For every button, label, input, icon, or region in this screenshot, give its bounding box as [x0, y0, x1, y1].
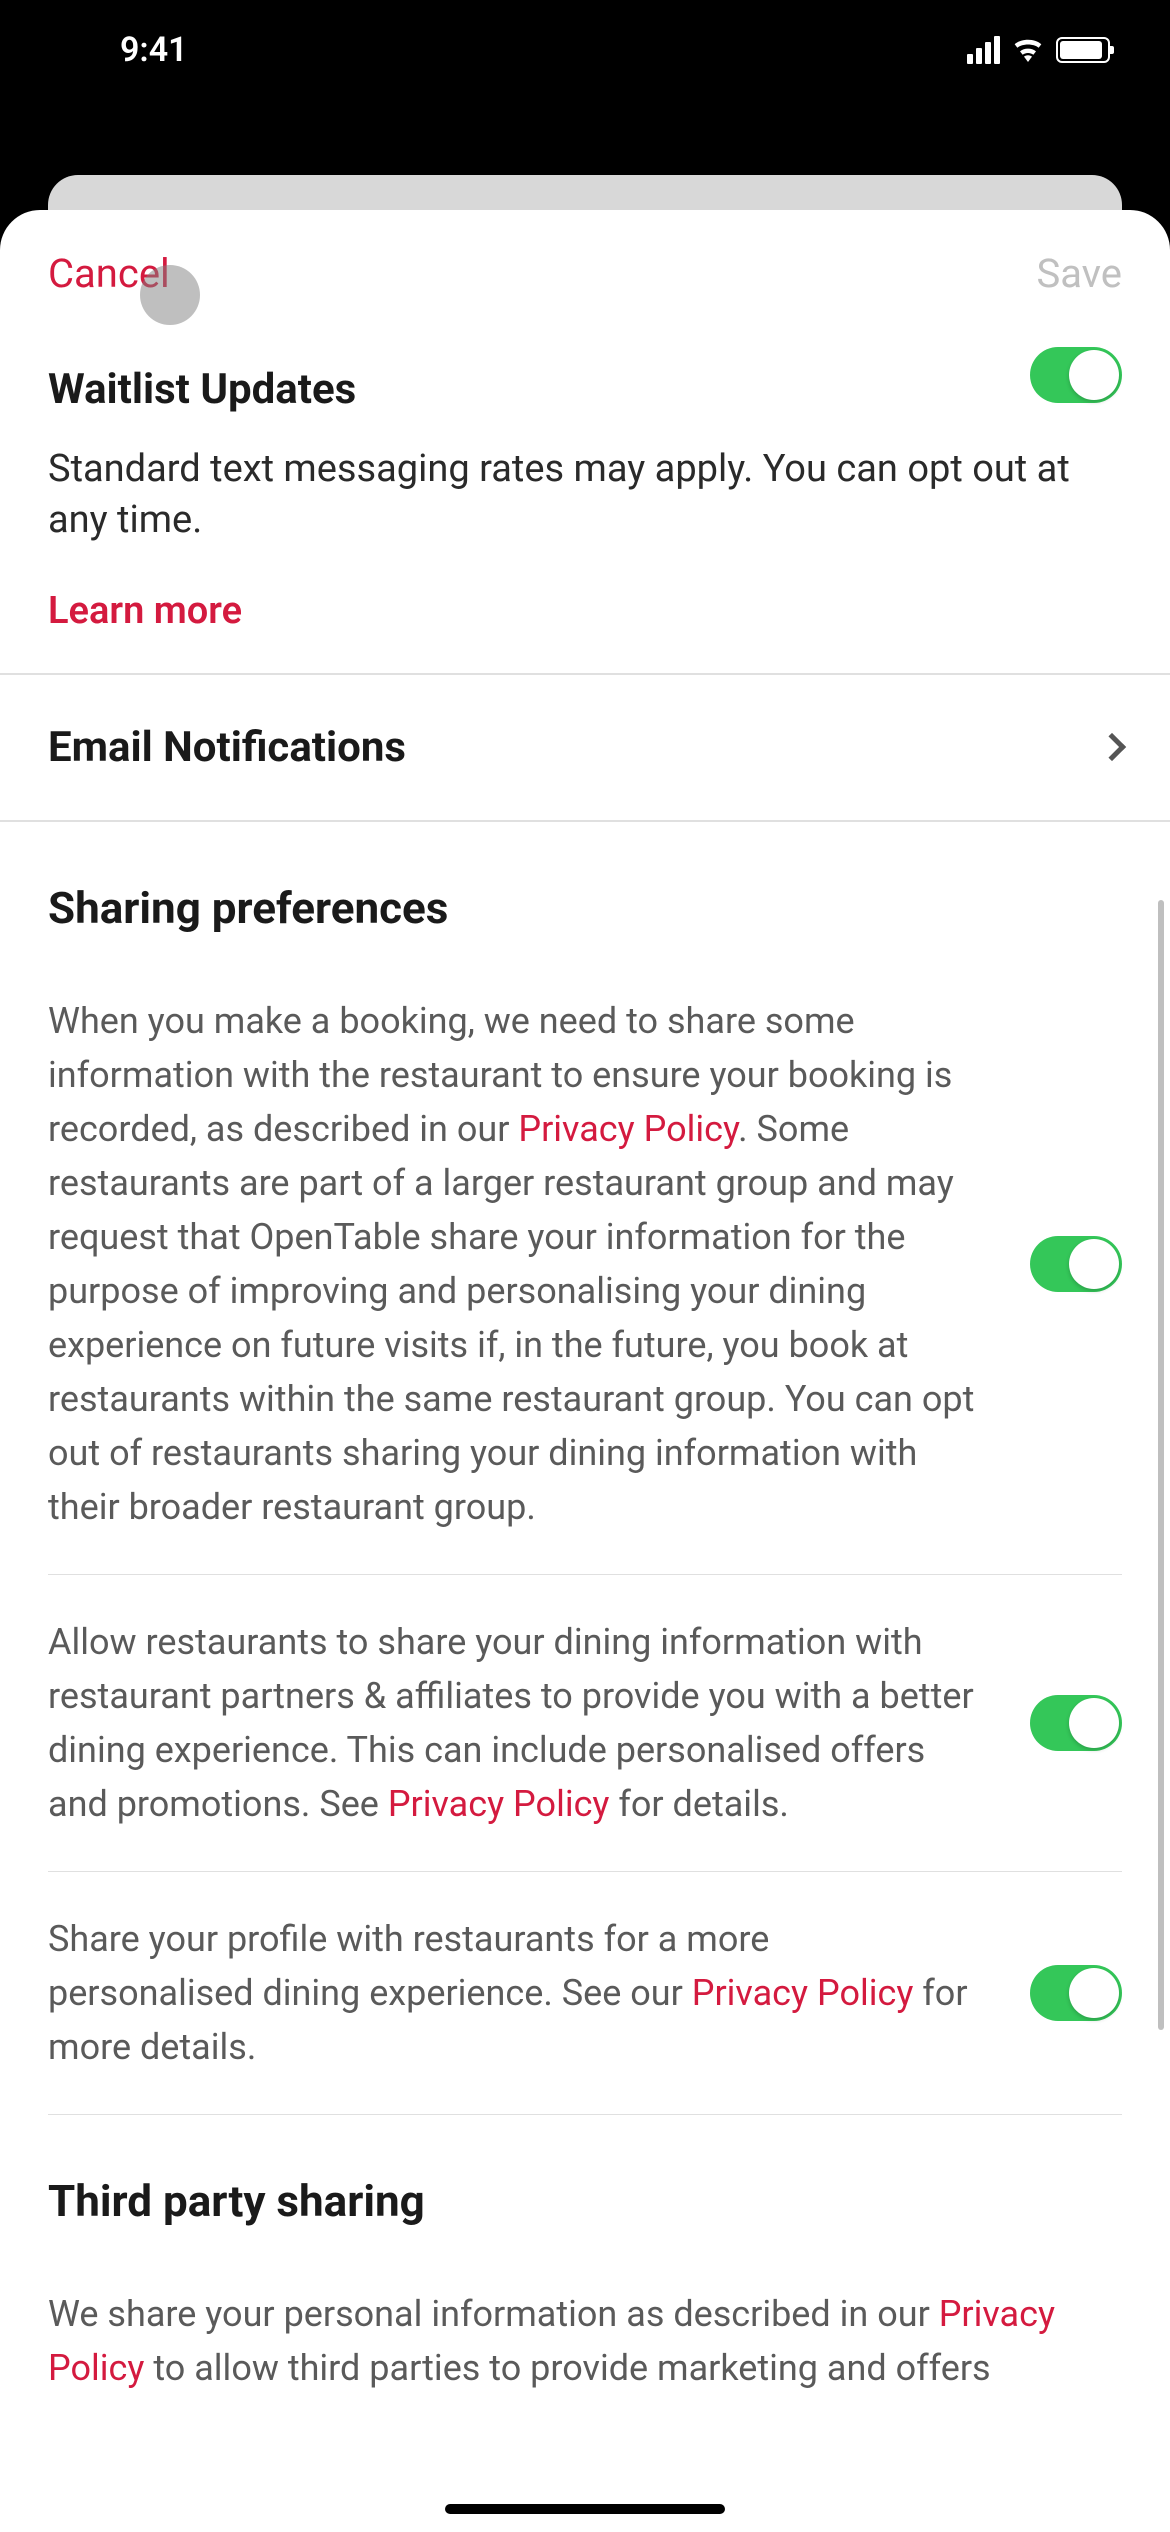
divider	[0, 820, 1170, 822]
sharing-partners-toggle[interactable]	[1030, 1695, 1122, 1751]
email-notifications-title: Email Notifications	[48, 723, 406, 772]
divider	[48, 2114, 1122, 2115]
waitlist-toggle[interactable]	[1030, 347, 1122, 403]
settings-sheet: Cancel Save Waitlist Updates Standard te…	[0, 210, 1170, 2532]
chevron-right-icon	[1098, 733, 1126, 761]
third-party-text: We share your personal information as de…	[48, 2287, 1122, 2395]
sharing-partners-text: Allow restaurants to share your dining i…	[48, 1615, 980, 1831]
sharing-group-row: When you make a booking, we need to shar…	[48, 994, 1122, 1574]
sheet-header: Cancel Save	[0, 210, 1170, 347]
home-indicator[interactable]	[445, 2504, 725, 2514]
sharing-partners-row: Allow restaurants to share your dining i…	[48, 1575, 1122, 1871]
waitlist-title: Waitlist Updates	[48, 347, 356, 414]
learn-more-link[interactable]: Learn more	[48, 589, 242, 633]
battery-icon	[1056, 37, 1110, 63]
touch-indicator	[140, 265, 200, 325]
sharing-group-text: When you make a booking, we need to shar…	[48, 994, 980, 1534]
share-profile-text: Share your profile with restaurants for …	[48, 1912, 980, 2074]
email-notifications-row[interactable]: Email Notifications	[48, 675, 1122, 820]
scroll-indicator[interactable]	[1158, 900, 1164, 2030]
third-party-sharing-title: Third party sharing	[48, 2175, 1122, 2227]
sharing-group-toggle[interactable]	[1030, 1236, 1122, 1292]
wifi-icon	[1012, 38, 1044, 62]
share-profile-toggle[interactable]	[1030, 1965, 1122, 2021]
share-profile-row: Share your profile with restaurants for …	[48, 1872, 1122, 2114]
waitlist-description: Standard text messaging rates may apply.…	[48, 444, 1122, 547]
status-time: 9:41	[120, 30, 188, 70]
privacy-policy-link[interactable]: Privacy Policy	[388, 1783, 610, 1825]
save-button[interactable]: Save	[1036, 250, 1122, 297]
privacy-policy-link[interactable]: Privacy Policy	[518, 1108, 738, 1150]
status-bar: 9:41	[0, 0, 1170, 100]
cellular-signal-icon	[967, 36, 1000, 64]
status-icons	[967, 36, 1110, 64]
sharing-preferences-title: Sharing preferences	[48, 882, 1122, 934]
waitlist-updates-row: Waitlist Updates	[48, 347, 1122, 414]
privacy-policy-link[interactable]: Privacy Policy	[692, 1972, 914, 2014]
